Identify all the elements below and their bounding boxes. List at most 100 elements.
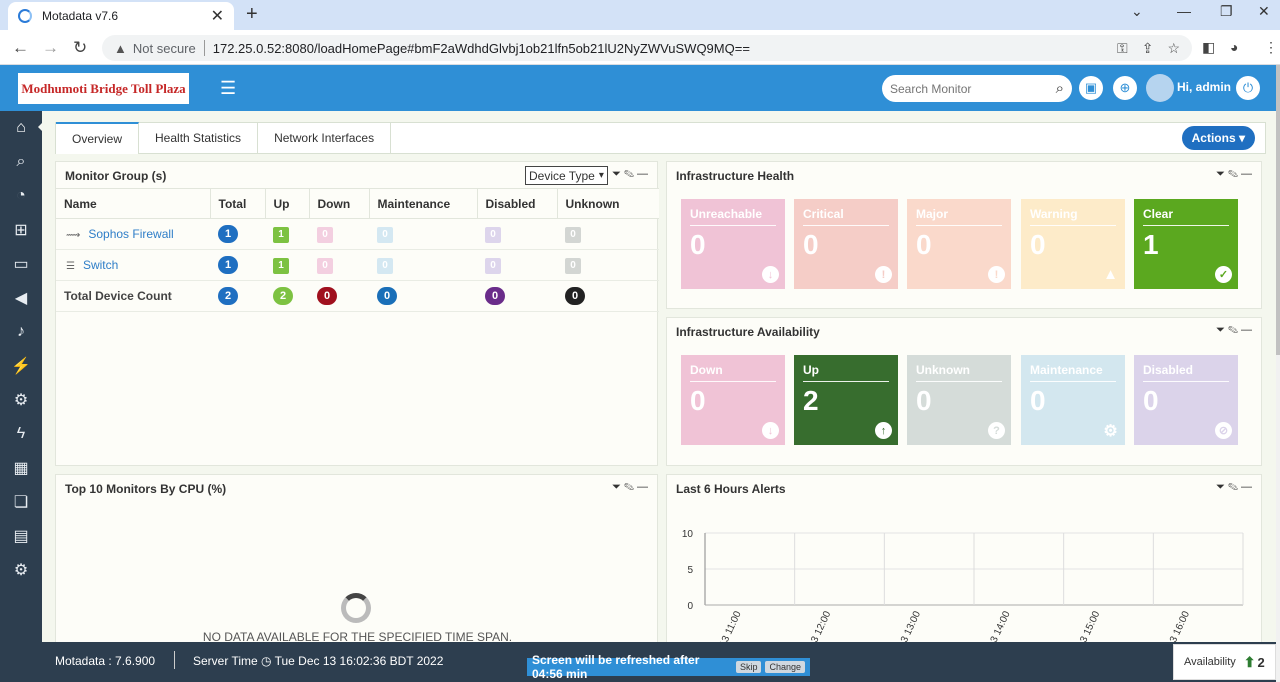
url-text[interactable]: 172.25.0.52:8080/loadHomePage#bmF2aWdhdG… [213, 41, 1103, 56]
hamburger-menu-icon[interactable]: ☰ [220, 78, 236, 99]
down-tile[interactable]: Down 0 ↓ [681, 355, 785, 445]
calendar-icon[interactable]: ▦ [0, 453, 42, 483]
disabled-badge[interactable]: 0 [485, 257, 501, 274]
forward-icon[interactable]: → [42, 38, 59, 58]
minimize-panel-icon[interactable]: — [1241, 168, 1255, 180]
warning-tile[interactable]: Warning 0 ▲ [1021, 199, 1125, 289]
change-button[interactable]: Change [765, 661, 805, 673]
bell-icon[interactable]: ♪ [0, 317, 42, 347]
search-sidebar-icon[interactable]: ⌕ [0, 147, 42, 177]
home-icon[interactable]: ⌂ [0, 113, 42, 143]
down-badge[interactable]: 0 [317, 257, 333, 274]
search-icon[interactable]: ⌕ [1056, 80, 1064, 97]
total-badge[interactable]: 2 [218, 287, 238, 305]
filter-icon[interactable]: ⏷ [1216, 168, 1228, 180]
disabled-badge[interactable]: 0 [485, 226, 501, 243]
browser-menu-icon[interactable]: ⋮ [1264, 39, 1278, 56]
maintenance-badge[interactable]: 0 [377, 257, 393, 274]
actions-button[interactable]: Actions ▾ [1181, 126, 1255, 150]
disabled-tile[interactable]: Disabled 0 ⊘ [1134, 355, 1238, 445]
unknown-badge[interactable]: 0 [565, 257, 581, 274]
settings-icon[interactable]: ⚙ [0, 555, 42, 585]
scrollbar-thumb[interactable] [1276, 65, 1280, 355]
edit-icon[interactable]: ✎ [624, 168, 637, 180]
edit-icon[interactable]: ✎ [1228, 168, 1241, 180]
minimize-panel-icon[interactable]: — [1241, 324, 1255, 336]
column-header[interactable]: Total [210, 188, 266, 219]
bookmark-star-icon[interactable]: ☆ [1167, 40, 1180, 57]
device-link[interactable]: Switch [83, 258, 118, 272]
restore-icon[interactable]: ❐ [1220, 3, 1233, 20]
plug-icon[interactable]: ⚡ [0, 351, 42, 381]
share-icon[interactable]: ⇪ [1142, 40, 1154, 57]
maintenance-badge[interactable]: 0 [377, 226, 393, 243]
megaphone-icon[interactable]: ◀ [0, 283, 42, 313]
tab-health-statistics[interactable]: Health Statistics [139, 123, 259, 153]
profile-icon[interactable]: ◕ [1230, 39, 1238, 55]
unknown-badge[interactable]: 0 [565, 287, 585, 305]
avatar[interactable] [1146, 74, 1174, 102]
side-panel-icon[interactable]: ◧ [1202, 39, 1215, 56]
up-tile[interactable]: Up 2 ↑ [794, 355, 898, 445]
tab-search-icon[interactable]: ⌄ [1131, 3, 1143, 20]
skip-button[interactable]: Skip [735, 661, 762, 673]
maintenance-badge[interactable]: 0 [377, 287, 397, 305]
column-header[interactable]: Disabled [477, 188, 558, 219]
clear-tile[interactable]: Clear 1 ✓ [1134, 199, 1238, 289]
filter-icon[interactable]: ⏷ [612, 481, 624, 493]
unknown-badge[interactable]: 0 [565, 226, 581, 243]
device-type-select[interactable]: Device Type ▾ [525, 166, 608, 185]
unknown-tile[interactable]: Unknown 0 ? [907, 355, 1011, 445]
bolt-icon[interactable]: ϟ [0, 419, 42, 449]
total-badge[interactable]: 1 [218, 256, 238, 274]
reload-icon[interactable]: ↻ [73, 38, 87, 58]
address-bar[interactable]: ▲ Not secure 172.25.0.52:8080/loadHomePa… [102, 35, 1192, 61]
minimize-panel-icon[interactable]: — [637, 168, 651, 180]
close-tab-icon[interactable]: ✕ [211, 6, 224, 26]
topology-icon[interactable]: ⊞ [0, 215, 42, 245]
unreachable-tile[interactable]: Unreachable 0 ↓ [681, 199, 785, 289]
new-tab-icon[interactable]: + [246, 3, 258, 26]
browser-tab[interactable]: Motadata v7.6 ✕ [8, 2, 234, 30]
up-badge[interactable]: 1 [273, 257, 289, 274]
logo[interactable]: Modhumoti Bridge Toll Plaza [18, 73, 189, 104]
filter-icon[interactable]: ⏷ [1216, 324, 1228, 336]
edit-icon[interactable]: ✎ [624, 481, 637, 493]
power-logout-icon[interactable]: ⏻ [1236, 76, 1260, 100]
column-header[interactable]: Maintenance [369, 188, 478, 219]
up-badge[interactable]: 1 [273, 226, 289, 243]
tab-overview[interactable]: Overview [56, 122, 140, 154]
tab-network-interfaces[interactable]: Network Interfaces [258, 123, 392, 153]
close-window-icon[interactable]: ✕ [1258, 3, 1270, 20]
filter-icon[interactable]: ⏷ [612, 168, 624, 180]
critical-tile[interactable]: Critical 0 ! [794, 199, 898, 289]
monitor-icon[interactable]: ▭ [0, 249, 42, 279]
copy-icon[interactable]: ❏ [0, 487, 42, 517]
gauge-icon[interactable]: ◔ [0, 181, 42, 211]
down-badge[interactable]: 0 [317, 287, 337, 305]
column-header[interactable]: Down [309, 188, 370, 219]
cogs-icon[interactable]: ⚙ [0, 385, 42, 415]
edit-icon[interactable]: ✎ [1228, 324, 1241, 336]
column-header[interactable]: Unknown [557, 188, 659, 219]
disabled-badge[interactable]: 0 [485, 287, 505, 305]
key-icon[interactable]: ⚿ [1117, 40, 1128, 57]
scrollbar[interactable] [1276, 65, 1280, 682]
search-monitor-input[interactable] [890, 81, 1056, 96]
report-icon[interactable]: ▤ [0, 521, 42, 551]
column-header[interactable]: Up [265, 188, 310, 219]
user-greeting[interactable]: Hi, admin [1177, 80, 1231, 94]
up-badge[interactable]: 2 [273, 287, 293, 305]
minimize-icon[interactable]: — [1177, 3, 1191, 19]
down-badge[interactable]: 0 [317, 226, 333, 243]
help-lifebuoy-icon[interactable]: ⊕ [1113, 76, 1137, 100]
major-tile[interactable]: Major 0 ! [907, 199, 1011, 289]
back-icon[interactable]: ← [12, 38, 29, 58]
minimize-panel-icon[interactable]: — [637, 481, 651, 493]
total-badge[interactable]: 1 [218, 225, 238, 243]
device-link[interactable]: Sophos Firewall [88, 227, 173, 241]
maintenance-tile[interactable]: Maintenance 0 ⚙ [1021, 355, 1125, 445]
column-header[interactable]: Name [56, 188, 211, 219]
availability-widget[interactable]: Availability ⬆ 2 [1173, 644, 1276, 680]
dashboard-icon[interactable]: ▣ [1079, 76, 1103, 100]
